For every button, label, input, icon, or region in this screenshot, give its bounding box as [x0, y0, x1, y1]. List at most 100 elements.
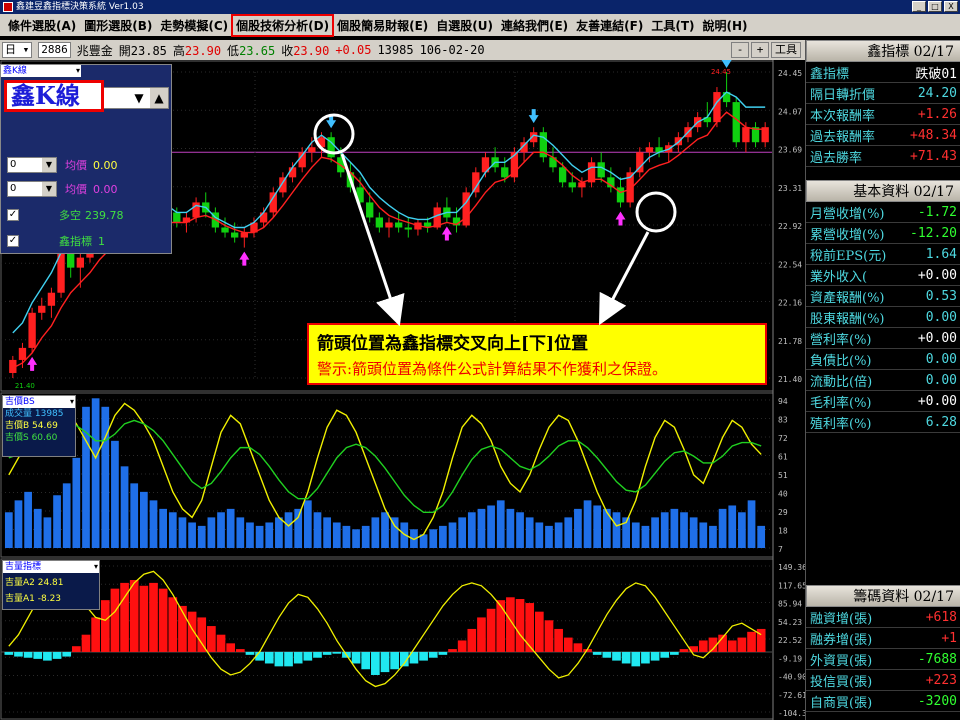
indicator-row-value: +1.26	[917, 106, 957, 122]
accumulation-bar	[486, 608, 496, 652]
volume-bar	[101, 406, 110, 548]
accumulation-bar	[245, 651, 255, 655]
basic-row-label: 月營收增(%)	[810, 206, 885, 222]
volume-bar	[246, 522, 254, 548]
menu-item-9[interactable]: 說明(H)	[699, 15, 752, 36]
menu-item-8[interactable]: 工具(T)	[647, 15, 698, 36]
menu-item-6[interactable]: 連絡我們(E)	[497, 15, 572, 36]
accumulation-bar	[33, 651, 43, 659]
close-button[interactable]: X	[944, 1, 958, 12]
volume-bar	[487, 505, 495, 548]
menu-item-3[interactable]: 個股技術分析(D)	[231, 13, 335, 37]
acc-a2-row: 吉量A2 24.81	[5, 578, 64, 588]
stock-code-input[interactable]: 2886	[38, 42, 71, 58]
volume-bar	[381, 512, 389, 548]
low-value: 23.65	[239, 43, 276, 58]
accumulation-bar	[534, 611, 544, 652]
acc-a1-row: 吉量A1 -8.23	[5, 594, 62, 604]
acc-selector[interactable]: 吉量指標 ▾	[3, 561, 99, 573]
tools-button[interactable]: 工具	[771, 42, 801, 58]
chips-row-value: -3200	[917, 693, 957, 709]
bs-s-row: 吉價S 60.60	[5, 433, 58, 443]
avg1-period-combo[interactable]: 0 ▼	[7, 157, 57, 173]
candle-body	[742, 127, 750, 143]
window-title: 鑫建昱鑫指標決策系統 Ver1.03	[16, 2, 144, 12]
volume-bar	[72, 457, 81, 548]
accumulation-bar	[91, 617, 100, 652]
accumulation-bar	[573, 643, 583, 652]
volume-bar	[168, 512, 177, 548]
basic-row-value: -1.72	[917, 204, 957, 220]
period-select[interactable]: 日 ▾	[2, 42, 33, 58]
candle-body	[568, 182, 576, 188]
indicator-row-label: 本次報酬率	[810, 108, 876, 124]
basic-row-value: 6.28	[925, 414, 957, 430]
menu-item-5[interactable]: 自選股(U)	[432, 15, 497, 36]
high-label: 高	[172, 43, 185, 58]
chips-section-title: 籌碼資料 02/17	[806, 585, 960, 607]
volume-bar	[188, 522, 196, 548]
accumulation-bar	[477, 617, 486, 652]
avg2-period-combo[interactable]: 0 ▼	[7, 181, 57, 197]
basic-row: 月營收增(%) -1.72	[806, 202, 960, 223]
menu-item-7[interactable]: 友善連結(F)	[572, 15, 647, 36]
accumulation-bar	[274, 651, 284, 667]
indicator-checkbox[interactable]: ✓	[7, 235, 19, 247]
avg2-value: 0.00	[93, 182, 118, 196]
indicator-row: 過去勝率 +71.43	[806, 146, 960, 167]
callout-line-2: 警示:箭頭位置為條件公式計算結果不作獲利之保證。	[317, 360, 668, 378]
basic-row-value: +0.00	[917, 393, 957, 409]
chips-row-label: 融資增(張)	[810, 611, 873, 627]
volume-bar	[728, 505, 737, 548]
menu-item-1[interactable]: 圖形選股(B)	[80, 15, 156, 36]
y-tick-label: 85.94	[778, 600, 802, 609]
accumulation-bar	[129, 580, 139, 652]
volume-bar	[593, 505, 602, 548]
k-line-selector[interactable]: 鑫K線 ▾	[1, 65, 81, 77]
longshort-checkbox[interactable]: ✓	[7, 209, 19, 221]
menu-item-4[interactable]: 個股簡易財報(E)	[333, 15, 432, 36]
k-type-combo[interactable]: ▼ ▲	[101, 87, 169, 109]
accumulation-bar	[612, 651, 621, 661]
accumulation-bar	[322, 651, 332, 655]
chips-row-value: +223	[925, 672, 957, 688]
y-tick-label: 24.45	[778, 69, 802, 78]
zoom-out-button[interactable]: -	[731, 42, 749, 58]
candle-body	[558, 167, 567, 183]
volume-bar	[371, 517, 380, 548]
basic-row-label: 殖利率(%)	[810, 416, 872, 432]
volume-bar	[4, 512, 13, 548]
basic-section-title: 基本資料 02/17	[806, 180, 960, 202]
chips-row-label: 投信買(張)	[810, 674, 873, 690]
stock-name: 兆豐金	[76, 43, 113, 58]
volume-bar	[265, 522, 274, 548]
volume-bar	[545, 525, 553, 548]
basic-row-label: 營利率(%)	[810, 332, 872, 348]
menu-item-0[interactable]: 條件選股(A)	[4, 15, 80, 36]
candle-body	[375, 217, 384, 228]
bs-selector[interactable]: 吉價BS ▾	[3, 396, 75, 408]
zoom-in-button[interactable]: +	[751, 42, 769, 58]
indicator-row-label: 過去報酬率	[810, 129, 876, 145]
y-tick-label: 117.65	[778, 581, 805, 590]
accumulation-bar	[23, 651, 33, 658]
volume-value: 13985	[377, 43, 414, 57]
basic-section: 基本資料 02/17 月營收增(%) -1.72 累營收增(%) -12.20 稅前EP…	[806, 180, 960, 433]
volume-bar	[747, 500, 756, 548]
volume-bar	[554, 522, 563, 548]
menu-item-2[interactable]: 走勢模擬(C)	[156, 15, 232, 36]
max-price-label: 24.45	[711, 68, 731, 76]
minimize-button[interactable]: _	[912, 1, 926, 12]
up-arrow-icon: ▲	[150, 88, 168, 108]
indicator-section-title: 鑫指標 02/17	[806, 40, 960, 62]
indicator-row: 鑫指標 跌破01	[806, 62, 960, 83]
volume-bar	[496, 500, 505, 548]
maximize-button[interactable]: □	[928, 1, 942, 12]
volume-bar	[535, 522, 544, 548]
acc-selector-label: 吉量指標	[5, 562, 42, 572]
indicator-row-value: +48.34	[910, 127, 957, 143]
volume-bar	[24, 491, 32, 548]
volume-bar	[709, 525, 717, 548]
volume-bar	[236, 517, 245, 548]
y-tick-label: 22.52	[778, 636, 802, 645]
